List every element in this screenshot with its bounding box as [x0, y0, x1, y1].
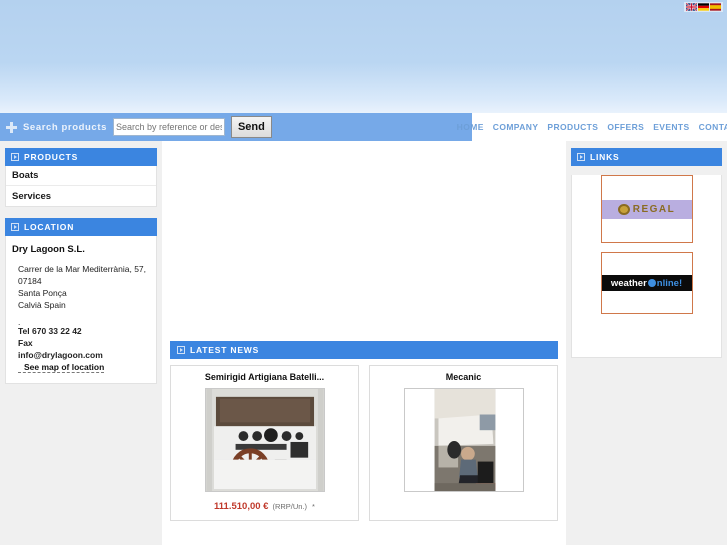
sidebar-item-services[interactable]: Services: [6, 186, 156, 206]
location-panel-header: LOCATION: [5, 218, 157, 236]
links-panel-body: REGAL weather nline!: [571, 175, 722, 358]
latest-news-header: LATEST NEWS: [170, 341, 558, 359]
sidebar-item-boats[interactable]: Boats: [6, 166, 156, 186]
products-panel: PRODUCTS Boats Services: [5, 148, 157, 207]
address-spacer: [12, 311, 150, 319]
nav-item-contact[interactable]: CONTACT: [699, 122, 727, 132]
search-input[interactable]: [112, 118, 225, 136]
price-unit: (RRP/Un.): [272, 502, 308, 511]
right-sidebar: LINKS REGAL weather nline!: [566, 141, 727, 545]
left-sidebar: PRODUCTS Boats Services LOCATION Dry Lag…: [0, 141, 162, 545]
company-name: Dry Lagoon S.L.: [12, 244, 85, 255]
arrow-box-icon: [177, 346, 185, 354]
address-line-town: Santa Ponça: [18, 288, 67, 298]
news-card-title: Semirigid Artigiana Batelli...: [204, 372, 325, 382]
search-products-zone: Search products Send: [0, 113, 472, 141]
top-navigation-bar: Search products Send HOME COMPANY PRODUC…: [0, 113, 727, 141]
news-card-title: Mecanic: [445, 372, 482, 382]
weather-globe-icon: [647, 278, 656, 287]
links-panel: LINKS REGAL weather nline!: [571, 148, 722, 358]
email-address[interactable]: info@drylagoon.com: [12, 349, 150, 361]
arrow-box-icon: [577, 153, 585, 161]
arrow-box-icon: [11, 223, 19, 231]
nav-item-home[interactable]: HOME: [457, 122, 484, 132]
see-map-link[interactable]: See map of location: [18, 362, 105, 373]
main-menu: HOME COMPANY PRODUCTS OFFERS EVENTS CONT…: [457, 113, 727, 141]
weather-online-logo: weather nline!: [601, 275, 692, 291]
products-panel-header: PRODUCTS: [5, 148, 157, 166]
address-block: Dry Lagoon S.L. Carrer de la Mar Mediter…: [6, 236, 156, 383]
link-regal-boats[interactable]: REGAL: [600, 175, 693, 243]
regal-logo-text: REGAL: [632, 203, 676, 215]
link-weather-online[interactable]: weather nline!: [600, 252, 693, 314]
nav-item-products[interactable]: PRODUCTS: [547, 122, 598, 132]
plus-icon: [6, 121, 17, 133]
language-flags: [684, 2, 723, 12]
weather-word-a: weather: [610, 277, 647, 289]
weather-word-b: nline!: [656, 277, 683, 289]
products-panel-body: Boats Services: [5, 166, 157, 207]
news-card[interactable]: Mecanic: [369, 365, 558, 521]
site-banner: [0, 0, 727, 113]
regal-swirl-icon: [617, 203, 630, 215]
flag-uk-icon[interactable]: [686, 3, 697, 11]
links-panel-title: LINKS: [590, 152, 620, 162]
search-products-label: Search products: [23, 121, 107, 133]
nav-item-events[interactable]: EVENTS: [653, 122, 689, 132]
flag-es-icon[interactable]: [710, 3, 721, 11]
nav-item-company[interactable]: COMPANY: [493, 122, 539, 132]
flag-de-icon[interactable]: [698, 3, 709, 11]
news-card-price: 111.510,00 € (RRP/Un.) *: [176, 501, 353, 512]
weather-logo-text: weather nline!: [611, 278, 682, 289]
address-line-region: Calvià Spain: [18, 300, 66, 310]
arrow-box-icon: [11, 153, 19, 161]
products-panel-title: PRODUCTS: [24, 152, 79, 162]
location-panel-body: Dry Lagoon S.L. Carrer de la Mar Mediter…: [5, 236, 157, 384]
fax-label: Fax: [18, 338, 33, 348]
price-value: 111.510,00 €: [214, 501, 269, 512]
regal-boats-logo: REGAL: [601, 199, 692, 219]
news-card[interactable]: Semirigid Artigiana Batelli... 111.510,0…: [170, 365, 359, 521]
send-button[interactable]: Send: [230, 116, 272, 138]
page-root: Search products Send HOME COMPANY PRODUC…: [0, 0, 727, 545]
address-line-street: Carrer de la Mar Mediterrània, 57, 07184: [18, 264, 147, 286]
latest-news-grid: Semirigid Artigiana Batelli... 111.510,0…: [170, 365, 558, 521]
mechanic-working-photo[interactable]: [403, 388, 524, 492]
boat-cockpit-photo[interactable]: [204, 388, 325, 492]
location-panel-title: LOCATION: [24, 222, 75, 232]
nav-item-offers[interactable]: OFFERS: [607, 122, 644, 132]
links-panel-header: LINKS: [571, 148, 722, 166]
phone-number: Tel 670 33 22 42: [18, 326, 82, 336]
location-panel: LOCATION Dry Lagoon S.L. Carrer de la Ma…: [5, 218, 157, 384]
latest-news-title: LATEST NEWS: [190, 345, 260, 355]
price-note: *: [312, 502, 315, 511]
